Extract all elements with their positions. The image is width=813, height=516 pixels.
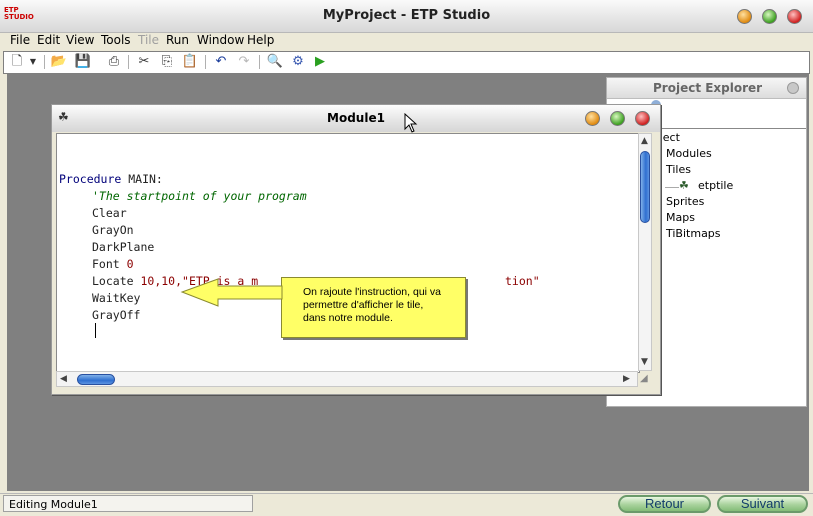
code-text: Font [92,257,127,271]
compile-gear-icon[interactable]: ⚙ [289,54,307,70]
back-button[interactable]: Retour [618,495,711,513]
print-icon[interactable]: ⎙ [105,54,123,70]
menu-run[interactable]: Run [166,33,189,47]
toolbar-separator [44,55,45,69]
project-explorer-titlebar: Project Explorer [607,78,806,99]
resize-grip-icon[interactable]: ◢ [640,373,652,385]
copy-icon[interactable]: ⎘ [158,54,176,70]
callout-text: On rajoute l'instruction, qui va permett… [303,286,463,325]
toolbar: 🗋 ▼ 📂 💾 ⎙ ✂ ⎘ 📋 ↶ ↷ 🔍 ⚙ ▶ [3,51,810,74]
horizontal-scrollbar[interactable]: ◀ ▶ [56,371,638,387]
scroll-right-arrow-icon[interactable]: ▶ [623,374,630,384]
code-number: 0 [126,257,134,271]
code-line: WaitKey [92,291,141,305]
tree-item-modules[interactable]: Modules [666,147,712,160]
window-title: MyProject - ETP Studio [322,8,491,23]
menu-edit[interactable]: Edit [37,33,60,47]
callout-arrow-icon [180,278,283,307]
toolbar-separator [128,55,129,69]
code-line: Procedure MAIN: [59,172,163,186]
code-text: Locate [92,274,141,288]
code-keyword: Procedure [59,172,122,186]
tree-item-etptile[interactable]: etptile [698,179,733,192]
horizontal-scroll-thumb[interactable] [77,374,115,385]
code-comment-line: 'The startpoint of your program [92,189,307,203]
open-folder-icon[interactable]: 📂 [50,54,68,70]
module-title: Module1 [327,111,385,125]
tile-sprite-icon: ☘ [679,179,689,192]
paste-icon[interactable]: 📋 [181,54,199,70]
tree-item-tibitmaps[interactable]: TiBitmaps [666,227,721,240]
tree-item-tiles[interactable]: Tiles [666,163,691,176]
menu-window[interactable]: Window [197,33,244,47]
code-line: GrayOff [92,308,141,322]
module-maximize-button[interactable] [610,111,625,126]
undo-icon[interactable]: ↶ [212,54,230,70]
new-dropdown-chevron-icon[interactable]: ▼ [24,54,42,70]
vertical-scrollbar[interactable]: ▲ ▼ [638,133,652,371]
scroll-up-arrow-icon[interactable]: ▲ [641,136,648,146]
find-binoculars-icon[interactable]: 🔍 [266,54,284,70]
status-bar: Editing Module1 Retour Suivant [0,493,813,516]
code-text: MAIN: [121,172,163,186]
callout-line: permettre d'afficher le tile, [303,299,424,311]
cut-icon[interactable]: ✂ [135,54,153,70]
next-button[interactable]: Suivant [717,495,808,513]
module-window: ☘ Module1 Procedure MAIN: 'The startpoin… [51,104,661,395]
toolbar-separator [205,55,206,69]
module-titlebar[interactable]: ☘ Module1 [52,105,660,132]
scroll-left-arrow-icon[interactable]: ◀ [60,374,67,384]
scroll-down-arrow-icon[interactable]: ▼ [641,357,648,367]
project-explorer-title: Project Explorer [653,81,763,95]
text-caret [95,323,96,338]
code-line: GrayOn [92,223,134,237]
menu-tile[interactable]: Tile [138,33,159,47]
toolbar-separator [259,55,260,69]
redo-icon[interactable]: ↷ [235,54,253,70]
callout-line: dans notre module. [303,312,393,324]
code-string: tion" [505,274,540,288]
maximize-button[interactable] [762,9,777,24]
save-icon[interactable]: 💾 [74,54,92,70]
code-line: Font 0 [92,257,134,271]
menu-help[interactable]: Help [247,33,274,47]
menu-bar: File Edit View Tools Tile Run Window Hel… [0,32,813,50]
project-explorer-close-icon[interactable] [787,82,799,94]
code-line: Clear [92,206,127,220]
minimize-button[interactable] [737,9,752,24]
module-minimize-button[interactable] [585,111,600,126]
code-line: DarkPlane [92,240,155,254]
code-number: 10,10, [140,274,183,288]
vertical-scroll-thumb[interactable] [640,151,650,223]
menu-file[interactable]: File [10,33,30,47]
run-play-icon[interactable]: ▶ [311,54,329,70]
tree-item-sprites[interactable]: Sprites [666,195,704,208]
mouse-cursor-icon [404,113,418,133]
callout-line: On rajoute l'instruction, qui va [303,286,441,298]
tree-connector [665,187,679,188]
tree-item-maps[interactable]: Maps [666,211,695,224]
menu-tools[interactable]: Tools [101,33,131,47]
close-button[interactable] [787,9,802,24]
menu-view[interactable]: View [66,33,94,47]
module-close-button[interactable] [635,111,650,126]
status-text: Editing Module1 [3,495,253,512]
title-bar: ETP STUDIO MyProject - ETP Studio [0,0,813,33]
